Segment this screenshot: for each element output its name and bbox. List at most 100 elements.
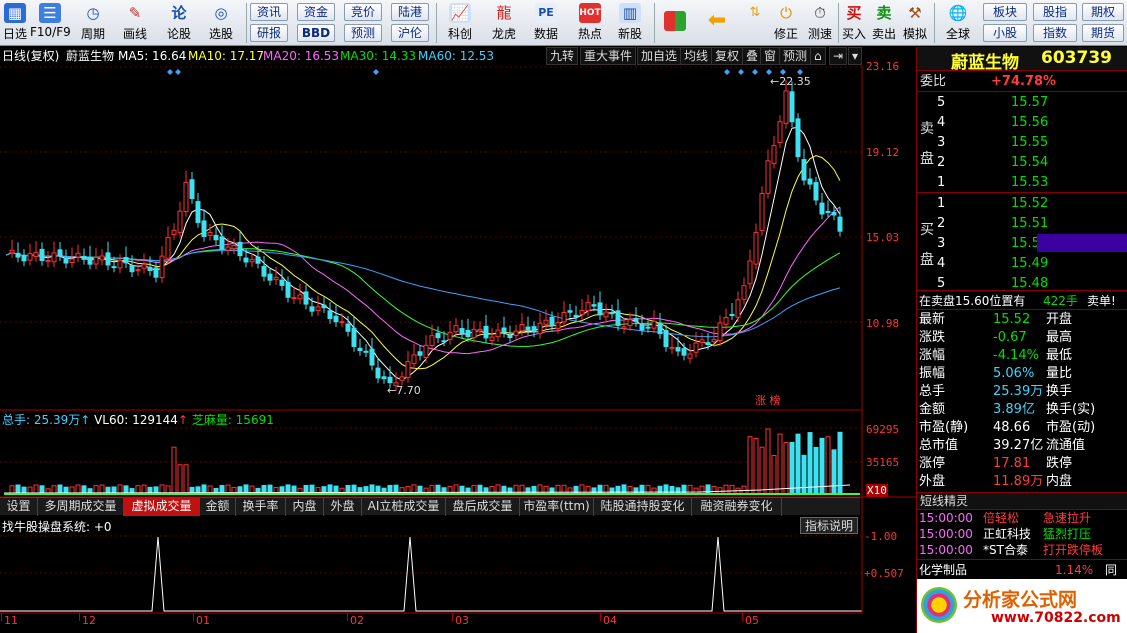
candle-body (681, 348, 687, 356)
volume-bar (729, 484, 735, 495)
stat-row[interactable]: 涨跌 -0.67 最高 (917, 329, 1127, 347)
candle-body (513, 330, 519, 336)
volume-bar (777, 433, 783, 495)
candle-body (201, 220, 207, 237)
sell-level-2[interactable]: 2 15.54 (917, 153, 1127, 173)
tab-virtual-volume[interactable]: 虚拟成交量 (124, 498, 200, 516)
indicator-tabs: 设置 多周期成交量 虚拟成交量 金额 换手率 内盘 外盘 AI立桩成交量 盘后成… (0, 497, 860, 516)
candle-body (171, 229, 177, 235)
candle-body (501, 327, 507, 333)
candle-body (135, 269, 141, 272)
sector-button[interactable]: 板块 (983, 3, 1027, 21)
tab-amount[interactable]: 金额 (200, 498, 236, 516)
candle-body (27, 253, 33, 261)
stat-row[interactable]: 最新 15.52 开盘 (917, 311, 1127, 329)
candle-body (507, 334, 513, 339)
month-tick (452, 613, 453, 621)
indicator-help-button[interactable]: 指标说明 (800, 517, 859, 534)
sell-level-3[interactable]: 3 15.55 (917, 133, 1127, 153)
tab-turnover[interactable]: 换手率 (236, 498, 286, 516)
tab-ai-volume[interactable]: AI立桩成交量 (362, 498, 446, 516)
kline-chart[interactable]: ←22.35 ←7.70 涨 榜 (0, 0, 916, 633)
candle-body (399, 376, 405, 381)
candle-body (207, 231, 213, 236)
limit-up-label: 涨 榜 (755, 393, 781, 407)
short-term-item[interactable]: 15:00:00 倍轻松 急速拉升 (917, 510, 1127, 526)
candle-body (525, 326, 531, 331)
month-tick (193, 613, 194, 621)
toolbar-global[interactable]: 🌐 全球 (938, 1, 978, 45)
candle-body (9, 249, 15, 254)
short-term-item[interactable]: 15:00:00 *ST合泰 打开跌停板 (917, 542, 1127, 558)
volume-bar (801, 454, 807, 495)
volume-bar (663, 484, 669, 495)
stat-row[interactable]: 总手 25.39万 换手 (917, 383, 1127, 401)
tab-after-hours[interactable]: 盘后成交量 (446, 498, 520, 516)
sell-level-4[interactable]: 4 15.56 (917, 113, 1127, 133)
tab-hk-holding[interactable]: 陆股通持股变化 (594, 498, 692, 516)
candle-body (411, 354, 417, 365)
candle-body (117, 259, 123, 269)
candle-body (435, 332, 441, 339)
candle-body (591, 304, 597, 307)
index-futures-button[interactable]: 股指 (1033, 3, 1077, 21)
candle-body (375, 367, 381, 379)
short-term-item[interactable]: 15:00:00 正虹科技 猛烈打压 (917, 526, 1127, 542)
candle-body (789, 91, 795, 123)
buy-level-2[interactable]: 2 15.51 (917, 214, 1127, 234)
volume-bar (585, 485, 591, 495)
tab-outer[interactable]: 外盘 (324, 498, 362, 516)
candle-body (309, 306, 315, 312)
candle-body (615, 310, 621, 326)
tab-inner[interactable]: 内盘 (286, 498, 324, 516)
volume-bar (177, 464, 183, 495)
stat-row[interactable]: 振幅 5.06% 量比 (917, 365, 1127, 383)
low-label: ←7.70 (387, 384, 421, 397)
candle-body (519, 323, 525, 332)
month-label: 02 (350, 614, 364, 627)
stat-row[interactable]: 外盘 11.89万 内盘 (917, 473, 1127, 491)
stat-row[interactable]: 涨幅 -4.14% 最低 (917, 347, 1127, 365)
weibi-value: +74.78% (991, 74, 1057, 89)
total-volume: 总手: 25.39万 (2, 413, 81, 427)
volume-bar (765, 428, 771, 495)
tab-margin[interactable]: 融资融券变化 (692, 498, 782, 516)
buy-level-1[interactable]: 1 15.52 (917, 194, 1127, 214)
stat-row[interactable]: 市盈(静) 48.66 市盈(动) (917, 419, 1127, 437)
month-label: 05 (745, 614, 759, 627)
stat-row[interactable]: 金额 3.89亿 换手(实) (917, 401, 1127, 419)
candle-body (807, 178, 813, 185)
volume-bar (711, 486, 717, 495)
small-cap-button[interactable]: 小股 (983, 24, 1027, 42)
indicator-signal (0, 536, 862, 612)
candle-body (531, 326, 537, 333)
volume-header: 总手: 25.39万↑ VL60: 129144↑ 芝麻量: 15691 (2, 413, 274, 427)
volume-bar (543, 485, 549, 495)
month-label: 01 (196, 614, 210, 627)
candle-body (621, 326, 627, 329)
candle-body (561, 311, 567, 323)
tab-multi-period-volume[interactable]: 多周期成交量 (38, 498, 124, 516)
toolbar-divider (934, 3, 935, 43)
buy-level-4[interactable]: 4 15.49 (917, 254, 1127, 274)
sector-row[interactable]: 化学制品 1.14% 同花 (917, 559, 1127, 597)
sell-level-1[interactable]: 1 15.53 (917, 173, 1127, 193)
options-button[interactable]: 期权 (1082, 3, 1124, 21)
candle-body (687, 353, 693, 359)
volume-bar (447, 486, 453, 495)
stat-row[interactable]: 涨停 17.81 跌停 (917, 455, 1127, 473)
tab-settings[interactable]: 设置 (0, 498, 38, 516)
stat-row[interactable]: 总市值 39.27亿 流通值 (917, 437, 1127, 455)
volume-bar (621, 484, 627, 495)
sell-level-5[interactable]: 5 15.57 (917, 93, 1127, 113)
futures-button[interactable]: 期货 (1082, 24, 1124, 42)
candle-body (675, 347, 681, 352)
volume-bar (807, 432, 813, 495)
candle-body (429, 335, 435, 347)
index-button[interactable]: 指数 (1033, 24, 1077, 42)
candle-body (249, 258, 255, 263)
candle-body (813, 182, 819, 201)
weibi-row: 委比 +74.78% (917, 72, 1127, 92)
candle-body (87, 256, 93, 265)
tab-pe-ttm[interactable]: 市盈率(ttm) (520, 498, 594, 516)
